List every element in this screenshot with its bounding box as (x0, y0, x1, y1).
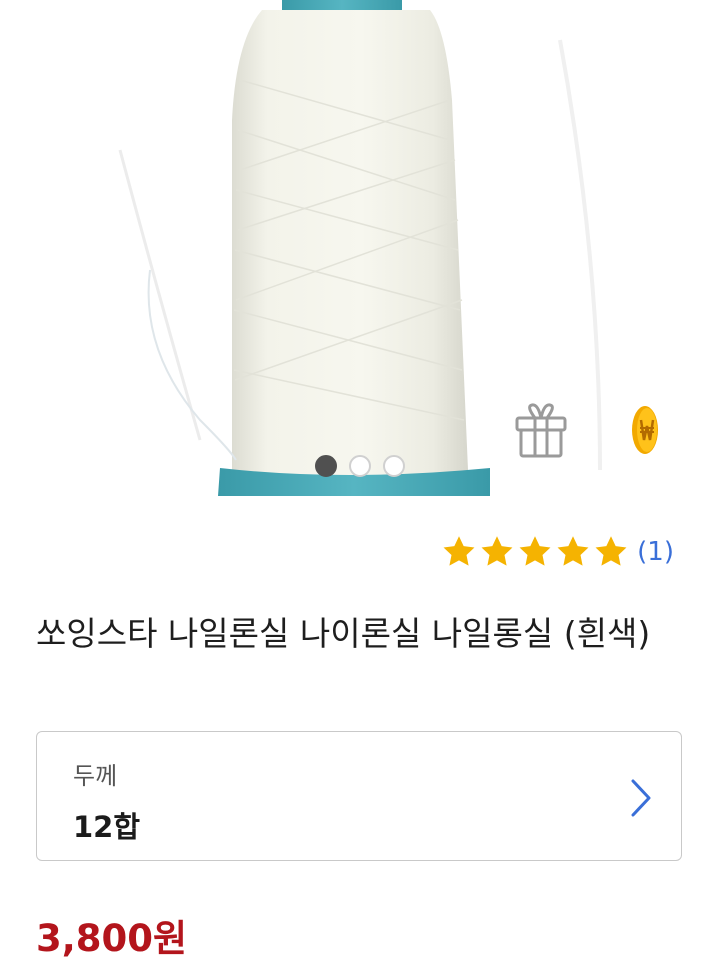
carousel-dot-1[interactable] (315, 455, 337, 477)
chevron-right-icon (631, 779, 651, 817)
product-title: 쏘잉스타 나일론실 나이론실 나일롱실 (흰색) (36, 614, 651, 653)
star-icon (557, 536, 589, 566)
option-label: 두께 (73, 762, 118, 790)
product-rating[interactable]: (1) (441, 534, 674, 570)
gift-icon[interactable] (514, 402, 568, 458)
review-count-link[interactable]: (1) (637, 537, 674, 567)
option-selector-thickness[interactable]: 두께 12합 (36, 731, 682, 861)
product-price: 3,800원 (36, 917, 188, 960)
carousel-dot-3[interactable] (383, 455, 405, 477)
carousel-indicator (0, 455, 720, 477)
option-value: 12합 (73, 810, 141, 844)
coin-icon[interactable] (630, 404, 660, 456)
star-icon (443, 536, 475, 566)
star-icon (595, 536, 627, 566)
product-image-carousel[interactable] (0, 0, 720, 496)
carousel-dot-2[interactable] (349, 455, 371, 477)
star-icon (481, 536, 513, 566)
thread-spool-photo (0, 0, 720, 496)
star-icon (519, 536, 551, 566)
